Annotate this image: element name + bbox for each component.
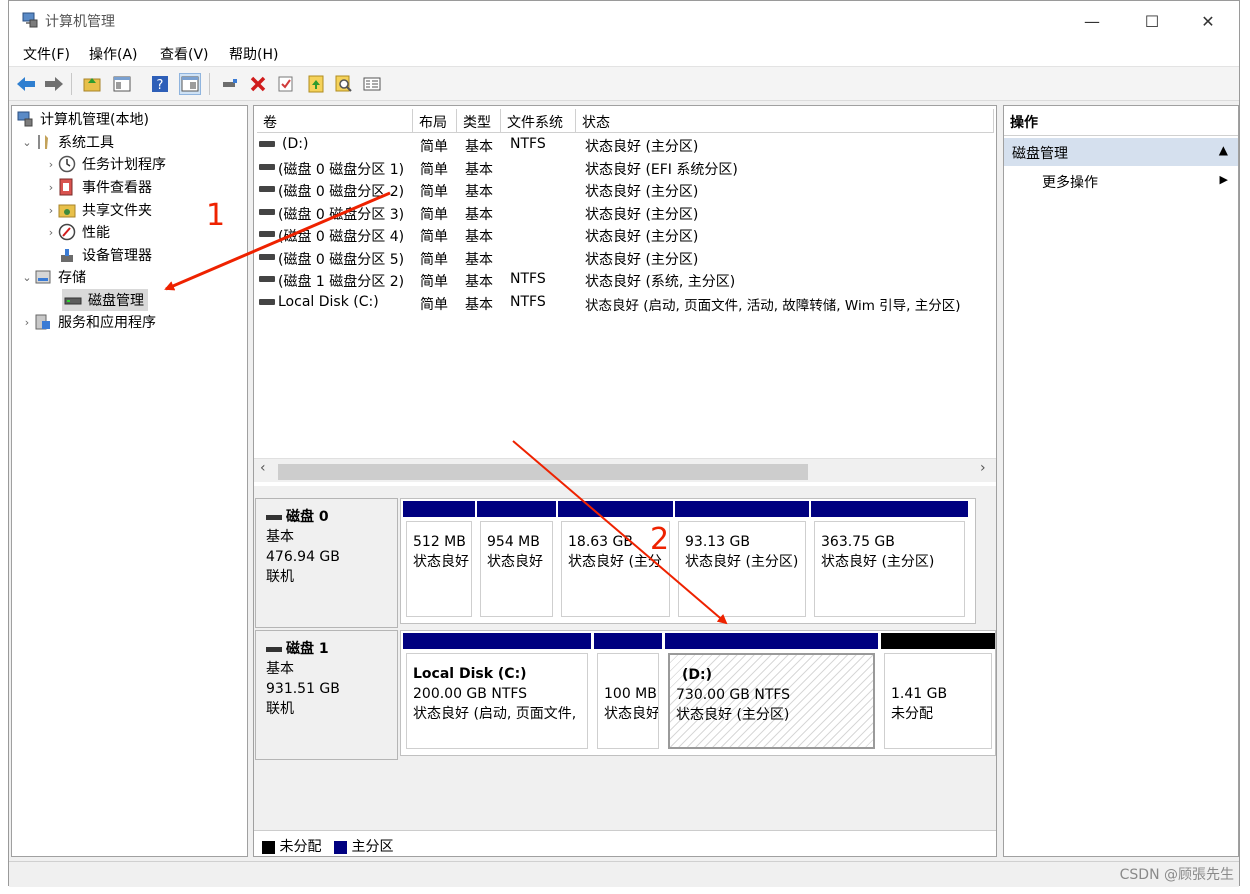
annotation-label-2: 2	[650, 522, 670, 557]
annotation-arrow-2	[512, 440, 728, 625]
watermark: CSDN @顾張先生	[1119, 867, 1234, 883]
annotation-label-1: 1	[206, 198, 226, 233]
annotation-arrow-1	[164, 191, 391, 291]
annotation-overlay	[164, 191, 728, 625]
